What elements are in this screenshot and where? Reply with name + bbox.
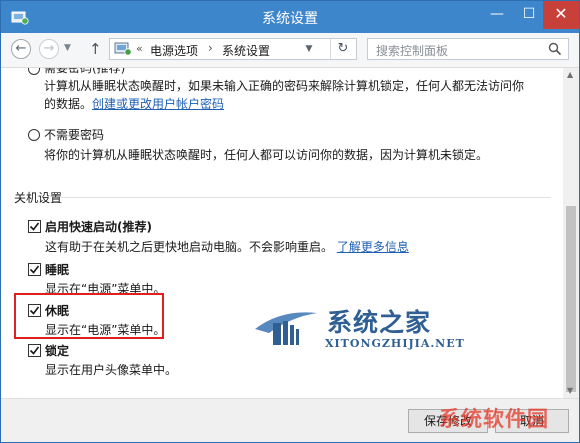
close-button[interactable]: ✕ <box>543 1 579 29</box>
xitongzhijia-watermark: 系统之家 XITONGZHIJIA.NET <box>251 301 481 357</box>
back-button[interactable]: ← <box>11 39 31 59</box>
hibernate-checkbox[interactable] <box>28 304 41 317</box>
watermark-logo-icon <box>255 312 317 345</box>
learn-more-link[interactable]: 了解更多信息 <box>337 240 409 254</box>
section-divider <box>61 197 551 198</box>
title-bar[interactable]: 系统设置 — ☐ ✕ <box>1 1 579 33</box>
lock-label[interactable]: 锁定 <box>45 342 69 359</box>
checkmark-icon <box>29 265 40 274</box>
breadcrumb-separator[interactable]: › <box>208 41 213 55</box>
create-password-link[interactable]: 创建或更改用户帐户密码 <box>92 97 224 111</box>
refresh-icon[interactable]: ↻ <box>330 39 355 59</box>
navigation-bar: ← → ▼ ↑ « 电源选项 › 系统设置 ▼ ↻ 搜索控制面板 <box>1 33 579 68</box>
control-panel-icon <box>114 41 132 60</box>
hibernate-label[interactable]: 休眠 <box>45 302 69 319</box>
vertical-scrollbar[interactable]: ▲ ▼ <box>563 68 579 398</box>
shutdown-settings-heading: 关机设置 <box>14 191 63 205</box>
secondary-watermark: 系统软件园 <box>439 407 549 431</box>
require-password-description-line2: 的数据。创建或更改用户帐户密码 <box>44 95 224 112</box>
address-bar[interactable]: « 电源选项 › 系统设置 ▼ ↻ <box>109 38 357 60</box>
no-password-label[interactable]: 不需要密码 <box>44 126 104 143</box>
checkmark-icon <box>29 346 40 355</box>
up-button[interactable]: ↑ <box>89 40 102 58</box>
breadcrumb-system-settings[interactable]: 系统设置 <box>222 42 270 59</box>
require-password-description-line1: 计算机从睡眠状态唤醒时，如果未输入正确的密码来解除计算机锁定，任何人都无法访问你 <box>44 79 525 93</box>
lock-checkbox[interactable] <box>28 344 41 357</box>
scroll-down-arrow-icon[interactable]: ▼ <box>567 386 573 395</box>
recent-locations-chevron-down-icon[interactable]: ▼ <box>64 43 71 53</box>
system-settings-window: 系统设置 — ☐ ✕ ← → ▼ ↑ « 电源选项 › 系统设置 ▼ ↻ 搜索控… <box>0 0 580 443</box>
search-icon[interactable] <box>548 42 562 59</box>
fast-startup-description-text: 这有助于在关机之后更快地启动电脑。不会影响重启。 <box>45 240 334 254</box>
fast-startup-description: 这有助于在关机之后更快地启动电脑。不会影响重启。 了解更多信息 <box>45 238 409 255</box>
no-password-radio[interactable] <box>28 129 40 141</box>
lock-description: 显示在用户头像菜单中。 <box>45 363 178 377</box>
watermark-url-text: XITONGZHIJIA.NET <box>325 337 465 350</box>
sleep-checkbox[interactable] <box>28 263 41 276</box>
no-password-description: 将你的计算机从睡眠状态唤醒时，任何人都可以访问你的数据，因为计算机未锁定。 <box>44 148 489 162</box>
hibernate-description: 显示在“电源”菜单中。 <box>45 323 166 337</box>
search-placeholder: 搜索控制面板 <box>376 44 449 58</box>
require-password-description-text: 的数据。 <box>44 97 93 111</box>
scroll-up-arrow-icon[interactable]: ▲ <box>567 70 573 79</box>
watermark-primary-text: 系统之家 <box>327 308 432 337</box>
address-dropdown-chevron-down-icon[interactable]: ▼ <box>300 39 318 59</box>
scroll-thumb[interactable] <box>566 206 576 392</box>
sleep-label[interactable]: 睡眠 <box>45 261 69 278</box>
require-password-label[interactable]: 需要密码(推荐) <box>44 68 125 76</box>
checkmark-icon <box>29 306 40 315</box>
fast-startup-label[interactable]: 启用快速启动(推荐) <box>45 218 152 235</box>
fast-startup-checkbox[interactable] <box>28 220 41 233</box>
breadcrumb-power-options[interactable]: 电源选项 <box>150 42 198 59</box>
require-password-radio[interactable] <box>28 68 40 75</box>
minimize-button[interactable]: — <box>481 1 513 29</box>
forward-button[interactable]: → <box>39 39 59 59</box>
maximize-button[interactable]: ☐ <box>513 1 545 29</box>
search-input[interactable]: 搜索控制面板 <box>367 38 569 60</box>
breadcrumb-overflow[interactable]: « <box>136 42 143 55</box>
checkmark-icon <box>29 222 40 231</box>
